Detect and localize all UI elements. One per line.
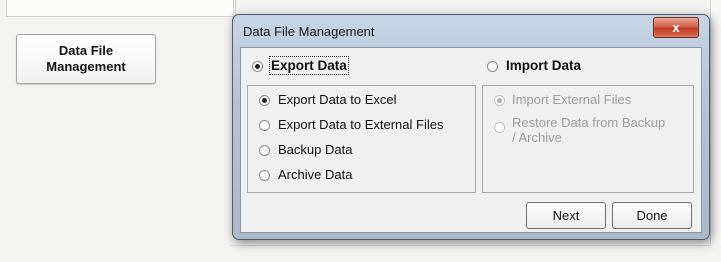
export-to-excel-label[interactable]: Export Data to Excel <box>278 92 397 107</box>
export-to-excel-radio[interactable] <box>259 95 270 106</box>
next-button[interactable]: Next <box>526 202 606 229</box>
import-data-radio[interactable] <box>487 61 498 72</box>
dialog-client-area: Export Data Import Data Export Data to E… <box>240 47 702 233</box>
export-options-group: Export Data to Excel Export Data to Exte… <box>247 85 476 193</box>
import-options-group: Import External Files Restore Data from … <box>482 85 694 193</box>
backup-data-label[interactable]: Backup Data <box>278 142 352 157</box>
restore-data-label: Restore Data from Backup / Archive <box>512 115 666 145</box>
data-file-management-dialog: Data File Management x Export Data Impor… <box>232 14 710 240</box>
export-to-external-files-label[interactable]: Export Data to External Files <box>278 117 443 132</box>
archive-data-radio[interactable] <box>259 170 270 181</box>
close-icon: x <box>672 20 680 35</box>
background-top-panel <box>6 0 236 17</box>
backup-data-radio[interactable] <box>259 145 270 156</box>
data-file-management-button[interactable]: Data File Management <box>16 34 156 84</box>
dialog-title-bar[interactable]: Data File Management x <box>233 15 709 47</box>
dialog-title: Data File Management <box>243 24 375 39</box>
background-right-panel <box>710 0 721 245</box>
done-button[interactable]: Done <box>612 202 692 229</box>
export-to-external-files-radio[interactable] <box>259 120 270 131</box>
export-data-label[interactable]: Export Data <box>269 56 349 75</box>
close-button[interactable]: x <box>653 17 699 38</box>
import-external-files-label: Import External Files <box>512 92 632 107</box>
restore-data-radio <box>494 122 505 133</box>
import-data-label[interactable]: Import Data <box>506 58 581 73</box>
export-data-radio[interactable] <box>252 61 263 72</box>
background-divider-bottom <box>230 245 710 246</box>
archive-data-label[interactable]: Archive Data <box>278 167 352 182</box>
import-external-files-radio <box>494 95 505 106</box>
